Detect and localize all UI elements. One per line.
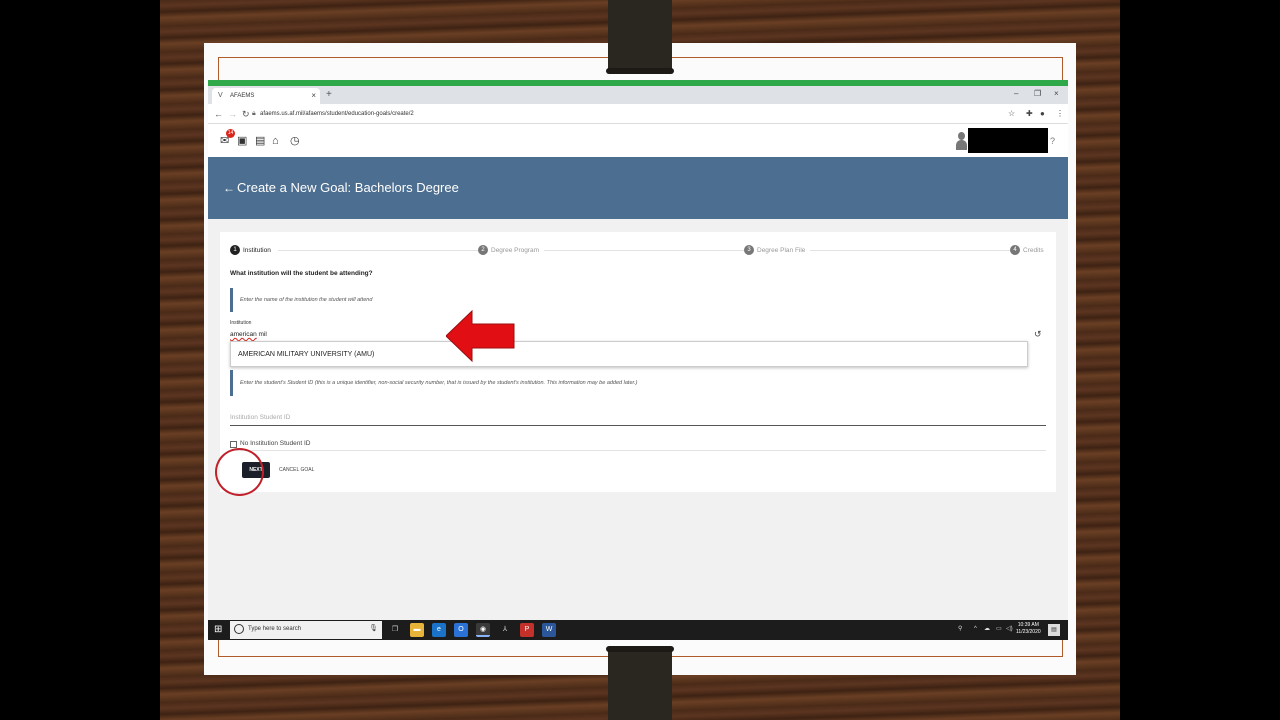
close-tab-icon[interactable]: ×: [311, 88, 316, 104]
lock-icon: 🔒︎: [252, 110, 256, 117]
contact-card-icon[interactable]: ▣: [237, 134, 247, 148]
new-tab-icon[interactable]: +: [326, 89, 332, 101]
help-icon[interactable]: ?: [1050, 136, 1055, 146]
institution-input[interactable]: american mil: [230, 331, 267, 338]
divider: [230, 450, 1046, 451]
tab-title: AFAEMS: [230, 93, 255, 99]
back-arrow-icon[interactable]: ←: [223, 179, 235, 197]
annotation-circle: [215, 448, 264, 496]
avatar[interactable]: [956, 132, 967, 150]
step-connector: [810, 250, 1010, 251]
hint-bar: [230, 288, 233, 312]
suggestion-option[interactable]: AMERICAN MILITARY UNIVERSITY (AMU): [238, 351, 374, 358]
redacted-user-name: [968, 128, 1048, 153]
step-degree-plan-file[interactable]: 3 Degree Plan File: [744, 244, 805, 258]
browser-tab[interactable]: V AFAEMS ×: [212, 88, 320, 104]
step-institution[interactable]: 1 Institution: [230, 244, 271, 258]
app-toolbar: ✉ 14 ▣ ▤ ⌂ ◷ ?: [208, 124, 1068, 157]
page-title: Create a New Goal: Bachelors Degree: [237, 180, 459, 195]
institution-suggestions: AMERICAN MILITARY UNIVERSITY (AMU): [230, 341, 1028, 367]
clock-icon[interactable]: ◷: [290, 134, 300, 148]
windows-taskbar: ⊞ Type here to search 🎙︎ ❐ ▬ e O ◉ ⅄ P W…: [208, 620, 1068, 640]
annotation-arrow-icon: [446, 310, 515, 362]
step-degree-program[interactable]: 2 Degree Program: [478, 244, 539, 258]
bookmark-star-icon[interactable]: ☆: [1008, 108, 1015, 120]
video-frame: V AFAEMS × + – ❐ × ← → ↻ 🔒︎ afaems.us.af…: [0, 0, 1280, 720]
file-explorer-icon[interactable]: ▬: [410, 623, 424, 637]
student-id-hint: Enter the student's Student ID (this is …: [240, 380, 638, 386]
address-bar: ← → ↻ 🔒︎ afaems.us.af.mil/afaems/student…: [208, 104, 1068, 124]
action-center-icon[interactable]: ▤: [1048, 624, 1060, 636]
tab-strip: V AFAEMS × + – ❐ ×: [208, 86, 1068, 104]
top-clip: [608, 0, 672, 72]
no-student-id-label: No Institution Student ID: [240, 440, 311, 447]
network-icon[interactable]: ☁: [984, 625, 990, 634]
bottom-clip: [608, 646, 672, 720]
undo-icon[interactable]: ↺: [1034, 329, 1042, 339]
menu-icon[interactable]: ⋮: [1056, 108, 1064, 120]
back-icon[interactable]: ←: [214, 108, 223, 120]
student-id-field[interactable]: Institution Student ID: [230, 406, 1046, 426]
no-student-id-checkbox[interactable]: [230, 441, 237, 448]
institution-question: What institution will the student be att…: [230, 270, 373, 277]
microphone-icon[interactable]: 🎙︎: [369, 624, 378, 632]
student-id-placeholder: Institution Student ID: [230, 414, 291, 421]
edge-icon[interactable]: e: [432, 623, 446, 637]
top-clip-edge: [606, 68, 674, 74]
search-placeholder: Type here to search: [248, 626, 302, 632]
people-icon[interactable]: ⚲: [958, 625, 962, 634]
pdf-icon[interactable]: P: [520, 623, 534, 637]
clipboard-icon[interactable]: ▤: [255, 134, 265, 148]
taskbar-clock[interactable]: 10:39 AM 11/23/2020: [1016, 622, 1041, 636]
chrome-icon[interactable]: ◉: [476, 623, 490, 637]
cortana-icon: [234, 624, 244, 634]
institution-icon[interactable]: ⌂: [272, 134, 279, 148]
windows-start-icon[interactable]: ⊞: [214, 624, 222, 636]
step-connector: [544, 250, 744, 251]
minimize-icon[interactable]: –: [1014, 89, 1018, 99]
taskbar-search[interactable]: Type here to search 🎙︎: [230, 621, 382, 639]
task-view-icon[interactable]: ❐: [388, 623, 402, 637]
notification-badge: 14: [226, 129, 235, 138]
hint-bar: [230, 370, 233, 396]
page-header: ← Create a New Goal: Bachelors Degree: [208, 157, 1068, 219]
browser-screen: V AFAEMS × + – ❐ × ← → ↻ 🔒︎ afaems.us.af…: [208, 80, 1068, 640]
volume-icon[interactable]: ◁): [1006, 625, 1013, 634]
goal-form-card: 1 Institution 2 Degree Program 3 Degree Pla…: [220, 232, 1056, 492]
bottom-clip-edge: [606, 646, 674, 652]
step-credits[interactable]: 4 Credits: [1010, 244, 1044, 258]
af-logo-icon: V: [218, 92, 223, 99]
word-icon[interactable]: W: [542, 623, 556, 637]
acrobat-icon[interactable]: ⅄: [498, 623, 512, 637]
institution-label: Institution: [230, 320, 252, 326]
profile-icon[interactable]: ●: [1040, 108, 1045, 120]
cancel-goal-button[interactable]: CANCEL GOAL: [279, 467, 314, 473]
reload-icon[interactable]: ↻: [242, 108, 250, 120]
institution-hint: Enter the name of the institution the st…: [240, 297, 373, 303]
outlook-icon[interactable]: O: [454, 623, 468, 637]
display-icon[interactable]: ▭: [996, 625, 1002, 634]
maximize-icon[interactable]: ❐: [1034, 89, 1041, 99]
tray-chevron-icon[interactable]: ^: [974, 625, 977, 634]
close-window-icon[interactable]: ×: [1054, 89, 1059, 99]
extensions-icon[interactable]: ✚: [1026, 108, 1033, 120]
url-field[interactable]: afaems.us.af.mil/afaems/student/educatio…: [260, 108, 414, 120]
step-connector: [278, 250, 478, 251]
forward-icon[interactable]: →: [228, 108, 237, 120]
